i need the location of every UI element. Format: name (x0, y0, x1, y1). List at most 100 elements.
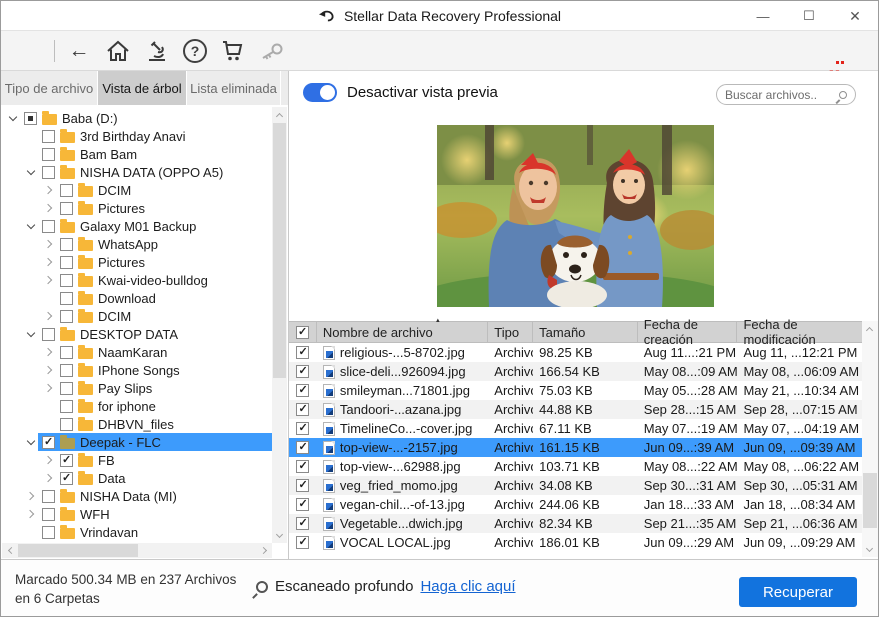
tree-item[interactable]: NaamKaran (2, 343, 272, 361)
tree-item-body[interactable]: Vrindavan (38, 523, 272, 541)
tree-scroll-thumb[interactable] (273, 123, 286, 378)
tree-item[interactable]: Vrindavan (2, 523, 272, 541)
table-row[interactable]: top-view-...-2157.jpgArchivo161.15 KBJun… (289, 438, 862, 457)
column-header-name[interactable]: Nombre de archivo▲ (317, 321, 488, 343)
chevron-right-icon[interactable] (42, 385, 56, 391)
deep-scan-icon[interactable] (144, 31, 170, 71)
row-checkbox[interactable] (296, 384, 309, 397)
tree-item-body[interactable]: Baba (D:) (20, 109, 272, 127)
table-row[interactable]: Tandoori-...azana.jpgArchivo44.88 KBSep … (289, 400, 862, 419)
tree-vertical-scrollbar[interactable] (272, 107, 287, 543)
column-header-size[interactable]: Tamaño (533, 321, 638, 343)
tree-checkbox[interactable] (42, 508, 55, 521)
tree-item[interactable]: Download (2, 289, 272, 307)
scroll-down-icon[interactable] (272, 528, 287, 543)
row-checkbox[interactable] (296, 460, 309, 473)
tree-checkbox[interactable] (60, 256, 73, 269)
tree-hscroll-thumb[interactable] (18, 544, 138, 557)
chevron-down-icon[interactable] (24, 441, 38, 444)
tree-item-body[interactable]: Download (56, 289, 272, 307)
table-row[interactable]: slice-deli...926094.jpgArchivo166.54 KBM… (289, 362, 862, 381)
column-header-modified[interactable]: Fecha de modificación (737, 321, 862, 343)
tree-item-body[interactable]: 3rd Birthday Anavi (38, 127, 272, 145)
tree-item[interactable]: Bam Bam (2, 145, 272, 163)
tree-checkbox[interactable] (60, 274, 73, 287)
tree-item[interactable]: DESKTOP DATA (2, 325, 272, 343)
tab-vista-de-arbol[interactable]: Vista de árbol (98, 71, 187, 105)
tree-checkbox[interactable] (42, 436, 55, 449)
menu-icon[interactable] (14, 31, 42, 71)
row-checkbox[interactable] (296, 479, 309, 492)
table-row[interactable]: veg_fried_momo.jpgArchivo34.08 KBSep 30.… (289, 476, 862, 495)
home-icon[interactable] (105, 31, 131, 71)
chevron-right-icon[interactable] (42, 205, 56, 211)
help-icon[interactable]: ? (183, 39, 207, 63)
row-checkbox[interactable] (296, 422, 309, 435)
tree-checkbox[interactable] (60, 400, 73, 413)
tree-item[interactable]: Deepak - FLC (2, 433, 272, 451)
tree-checkbox[interactable] (60, 238, 73, 251)
tree-item[interactable]: Pictures (2, 253, 272, 271)
chevron-down-icon[interactable] (24, 171, 38, 174)
tree-item[interactable]: DCIM (2, 307, 272, 325)
deep-scan-link[interactable]: Haga clic aquí (420, 578, 515, 595)
row-checkbox[interactable] (296, 346, 309, 359)
tree-checkbox[interactable] (42, 166, 55, 179)
tree-item-body[interactable]: Kwai-video-bulldog (56, 271, 272, 289)
tree-item[interactable]: Galaxy M01 Backup (2, 217, 272, 235)
tree-checkbox[interactable] (42, 130, 55, 143)
table-vertical-scrollbar[interactable] (862, 321, 878, 557)
tab-lista-eliminada[interactable]: Lista eliminada (187, 71, 281, 105)
tree-item-body[interactable]: NISHA DATA (OPPO A5) (38, 163, 272, 181)
tree-item[interactable]: Pictures (2, 199, 272, 217)
table-row[interactable]: Vegetable...dwich.jpgArchivo82.34 KBSep … (289, 514, 862, 533)
tree-item-body[interactable]: WFH (38, 505, 272, 523)
tree-checkbox[interactable] (60, 202, 73, 215)
select-all-checkbox[interactable] (296, 326, 309, 339)
scroll-up-icon[interactable] (272, 107, 287, 122)
tree-checkbox[interactable] (60, 292, 73, 305)
tree-checkbox[interactable] (60, 346, 73, 359)
tree-checkbox[interactable] (60, 184, 73, 197)
tree-item[interactable]: NISHA Data (MI) (2, 487, 272, 505)
column-header-type[interactable]: Tipo (488, 321, 533, 343)
tree-item-body[interactable]: IPhone Songs (56, 361, 272, 379)
maximize-button[interactable]: ☐ (786, 1, 832, 31)
table-scroll-down-icon[interactable] (862, 542, 877, 557)
tree-item[interactable]: 3rd Birthday Anavi (2, 127, 272, 145)
table-row[interactable]: VOCAL LOCAL.jpgArchivo186.01 KBJun 09...… (289, 533, 862, 552)
chevron-right-icon[interactable] (42, 259, 56, 265)
chevron-right-icon[interactable] (42, 475, 56, 481)
minimize-button[interactable]: — (740, 1, 786, 31)
chevron-right-icon[interactable] (42, 241, 56, 247)
row-checkbox[interactable] (296, 536, 309, 549)
tree-item[interactable]: DCIM (2, 181, 272, 199)
chevron-right-icon[interactable] (24, 511, 38, 517)
tree-checkbox[interactable] (60, 472, 73, 485)
tree-checkbox[interactable] (42, 526, 55, 539)
tree-item[interactable]: IPhone Songs (2, 361, 272, 379)
tree-horizontal-scrollbar[interactable] (2, 543, 272, 558)
chevron-down-icon[interactable] (24, 333, 38, 336)
tree-checkbox[interactable] (42, 490, 55, 503)
tree-checkbox[interactable] (42, 148, 55, 161)
tree-item[interactable]: for iphone (2, 397, 272, 415)
tree-item-body[interactable]: FB (56, 451, 272, 469)
tree-item-body[interactable]: Pictures (56, 253, 272, 271)
tree-checkbox[interactable] (42, 328, 55, 341)
table-row[interactable]: smileyman...71801.jpgArchivo75.03 KBMay … (289, 381, 862, 400)
tree-item-body[interactable]: Pictures (56, 199, 272, 217)
scroll-left-icon[interactable] (2, 543, 17, 558)
tree-item-body[interactable]: NaamKaran (56, 343, 272, 361)
tree-item[interactable]: Pay Slips (2, 379, 272, 397)
tree-checkbox[interactable] (24, 112, 37, 125)
tree-item-body[interactable]: DCIM (56, 181, 272, 199)
search-box[interactable] (716, 84, 856, 105)
tree-item-body[interactable]: NISHA Data (MI) (38, 487, 272, 505)
recover-button[interactable]: Recuperar (739, 577, 857, 607)
tree-item-body[interactable]: Deepak - FLC (38, 433, 272, 451)
row-checkbox[interactable] (296, 403, 309, 416)
scroll-right-icon[interactable] (257, 543, 272, 558)
tree-item-body[interactable]: Galaxy M01 Backup (38, 217, 272, 235)
tree-checkbox[interactable] (42, 220, 55, 233)
